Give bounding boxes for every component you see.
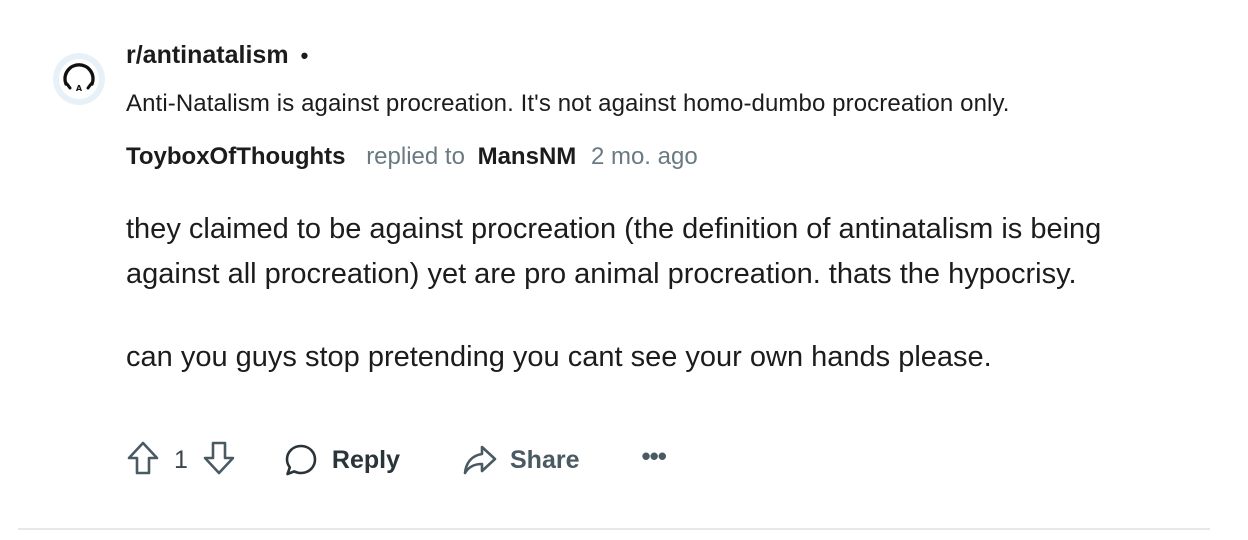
downvote-button[interactable] (202, 440, 236, 481)
speech-bubble-icon (285, 444, 317, 476)
comment-author[interactable]: ToyboxOfThoughts (126, 143, 346, 170)
reply-button[interactable]: Reply (284, 443, 400, 477)
comment-timestamp[interactable]: 2 mo. ago (591, 143, 698, 170)
comment-paragraph: they claimed to be against procreation (… (126, 213, 1102, 290)
separator-dot: • (300, 43, 309, 68)
share-button[interactable]: Share (462, 444, 579, 476)
svg-text:A: A (76, 84, 83, 93)
comment-body: they claimed to be against procreation (… (126, 207, 1166, 380)
subreddit-header: r/antinatalism • (126, 38, 308, 72)
replied-to-label: replied to (366, 143, 465, 170)
upvote-arrow-icon (127, 441, 159, 474)
vote-count: 1 (174, 445, 188, 474)
reply-label: Reply (331, 445, 400, 474)
share-arrow-icon (463, 445, 497, 475)
parent-author[interactable]: MansNM (478, 143, 577, 170)
downvote-arrow-icon (203, 441, 235, 474)
more-options-button[interactable]: ••• (641, 440, 666, 472)
subreddit-avatar-icon: A (59, 59, 99, 99)
comment-paragraph: can you guys stop pretending you cant se… (126, 341, 992, 373)
share-label: Share (510, 445, 580, 474)
comment-meta: ToyboxOfThoughts replied to MansNM 2 mo.… (126, 143, 698, 171)
comment-actions: 1 Reply Share ••• (126, 438, 667, 482)
more-dots-icon: ••• (641, 440, 666, 471)
post-title[interactable]: Anti-Natalism is against procreation. It… (126, 90, 1010, 118)
comment-divider (18, 528, 1210, 530)
vote-group: 1 (126, 440, 236, 481)
subreddit-avatar[interactable]: A (53, 53, 105, 105)
subreddit-link[interactable]: r/antinatalism (126, 41, 289, 70)
upvote-button[interactable] (126, 440, 160, 481)
